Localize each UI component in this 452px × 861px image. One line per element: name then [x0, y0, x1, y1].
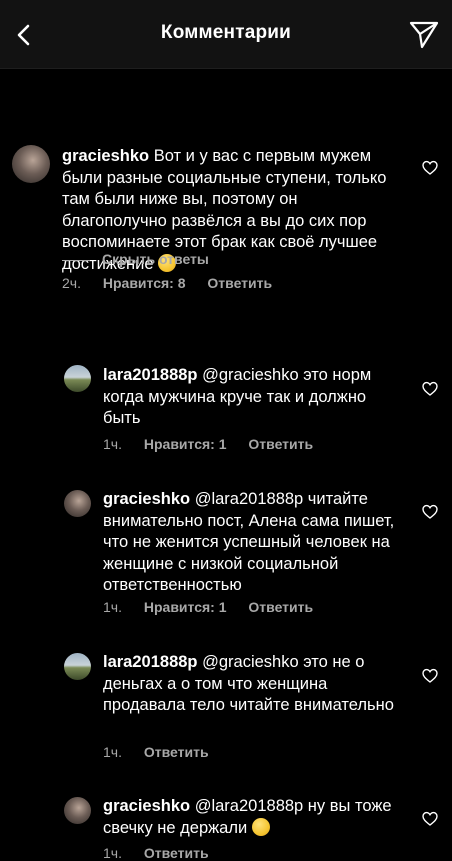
heart-icon[interactable]: [422, 160, 438, 176]
username[interactable]: gracieshko: [62, 147, 149, 165]
timestamp: 2ч.: [62, 275, 81, 291]
comment-text: lara201888p @gracieshko это норм когда м…: [103, 365, 403, 430]
timestamp: 1ч.: [103, 845, 122, 861]
heart-icon[interactable]: [422, 381, 438, 397]
heart-icon[interactable]: [422, 668, 438, 684]
avatar[interactable]: [12, 145, 50, 183]
hide-replies-label: Скрыть ответы: [102, 251, 209, 267]
comment-meta: 1ч. Ответить: [103, 845, 227, 861]
reply-button[interactable]: Ответить: [248, 436, 313, 452]
timestamp: 1ч.: [103, 599, 122, 615]
page-title: Комментарии: [160, 22, 292, 43]
avatar[interactable]: [64, 490, 91, 517]
avatar[interactable]: [64, 365, 91, 392]
send-icon[interactable]: [408, 18, 440, 50]
hide-replies-button[interactable]: Скрыть ответы: [62, 251, 209, 267]
heart-icon[interactable]: [422, 811, 438, 827]
likes-count[interactable]: Нравится: 8: [103, 275, 186, 291]
comment-meta: 1ч. Ответить: [103, 744, 227, 760]
avatar[interactable]: [64, 797, 91, 824]
comment-meta: 1ч. Нравится: 1 Ответить: [103, 599, 331, 615]
comment-meta: 2ч. Нравится: 8 Ответить: [62, 275, 290, 291]
comment-text: gracieshko @lara201888p читайте внимател…: [103, 489, 403, 597]
reply-button[interactable]: Ответить: [144, 744, 209, 760]
likes-count[interactable]: Нравится: 1: [144, 436, 227, 452]
reply-button[interactable]: Ответить: [144, 845, 209, 861]
comment-text: lara201888p @gracieshko это не о деньгах…: [103, 652, 403, 717]
timestamp: 1ч.: [103, 436, 122, 452]
timestamp: 1ч.: [103, 744, 122, 760]
comment-text: gracieshko @lara201888p ну вы тоже свечк…: [103, 796, 403, 839]
thinking-face-icon: [251, 817, 270, 836]
likes-count[interactable]: Нравится: 1: [144, 599, 227, 615]
username[interactable]: lara201888p: [103, 653, 198, 671]
heart-icon[interactable]: [422, 504, 438, 520]
divider-line: [62, 259, 90, 261]
reply-button[interactable]: Ответить: [248, 599, 313, 615]
avatar[interactable]: [64, 653, 91, 680]
comment-meta: 1ч. Нравится: 1 Ответить: [103, 436, 331, 452]
username[interactable]: gracieshko: [103, 490, 190, 508]
top-bar: Комментарии: [0, 0, 452, 69]
reply-button[interactable]: Ответить: [207, 275, 272, 291]
username[interactable]: lara201888p: [103, 366, 198, 384]
